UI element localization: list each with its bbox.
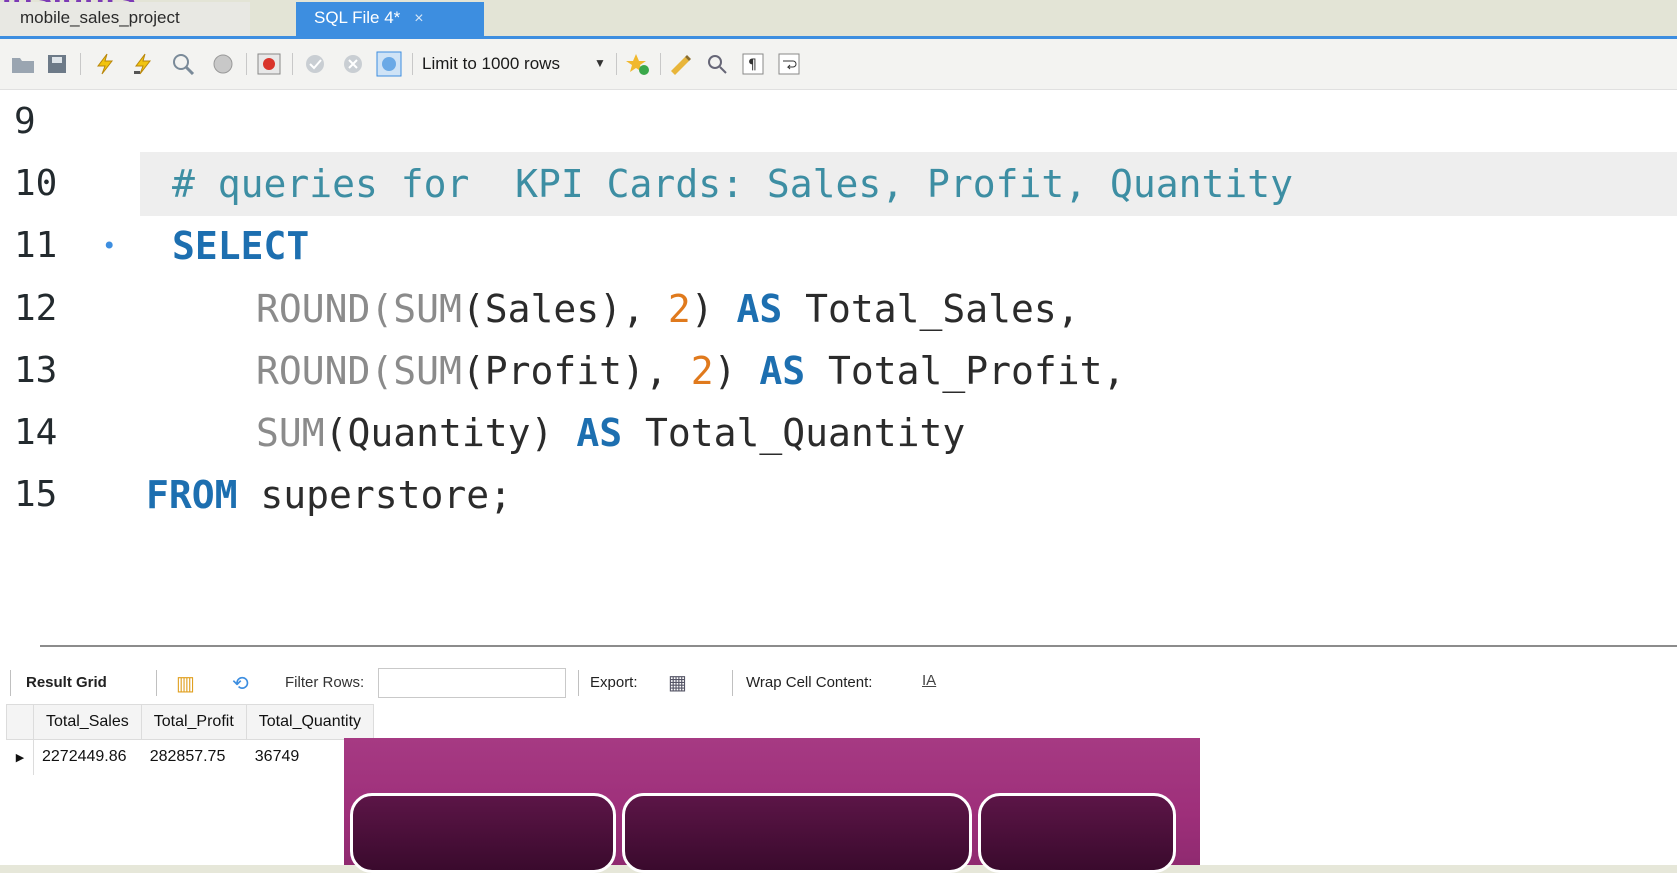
line-number: 13 <box>14 350 58 391</box>
line-number: 15 <box>14 474 58 515</box>
wrap-cell-icon[interactable]: IA <box>922 672 936 689</box>
add-snippet-icon[interactable] <box>624 51 650 77</box>
save-icon[interactable] <box>44 51 70 77</box>
wrap-icon[interactable] <box>776 51 802 77</box>
code-text: ROUND(SUM(Sales), 2) AS Total_Sales, <box>256 287 1080 331</box>
line-number: 11 <box>14 225 58 266</box>
code-line: 11 • SELECT <box>0 214 1677 278</box>
find-icon[interactable] <box>704 51 730 77</box>
filter-rows-label: Filter Rows: <box>285 674 365 691</box>
result-toolbar: Result Grid ▥ ⟲ Filter Rows: Export: ▦ W… <box>0 666 1677 702</box>
table-row[interactable]: ▶ 2272449.86 282857.75 36749 <box>6 739 374 775</box>
code-text: ROUND(SUM(Profit), 2) AS Total_Profit, <box>256 349 1126 393</box>
limit-rows-select[interactable]: Limit to 1000 rows <box>422 54 560 74</box>
kpi-card <box>350 793 616 873</box>
invisible-chars-icon[interactable]: ¶ <box>740 51 766 77</box>
column-header[interactable]: Total_Profit <box>140 704 247 740</box>
execute-current-icon[interactable] <box>130 51 156 77</box>
code-line: 9 <box>0 90 1677 154</box>
kpi-card <box>622 793 972 873</box>
code-text: SUM(Quantity) AS Total_Quantity <box>256 411 966 455</box>
refresh-icon[interactable]: ⟲ <box>232 671 249 696</box>
export-label: Export: <box>590 674 638 691</box>
panel-splitter[interactable] <box>40 645 1677 647</box>
mysql-workbench-window: mobile_sales_project SQL File 4* × Limit… <box>0 0 1677 873</box>
tab-bar: mobile_sales_project SQL File 4* × <box>0 0 1677 39</box>
code-line: 14 SUM(Quantity) AS Total_Quantity <box>0 401 1677 465</box>
column-header[interactable]: Total_Sales <box>33 704 142 740</box>
result-grid-tab[interactable]: Result Grid <box>26 674 107 691</box>
limit-rows-label: Limit to 1000 rows <box>422 54 560 73</box>
table-cell[interactable]: 282857.75 <box>141 740 246 775</box>
code-comment: # queries for KPI Cards: Sales, Profit, … <box>172 162 1294 206</box>
open-folder-icon[interactable] <box>10 51 36 77</box>
wrap-cell-label: Wrap Cell Content: <box>746 674 873 691</box>
grid-view-icon[interactable]: ▥ <box>176 671 195 696</box>
kpi-card <box>978 793 1176 873</box>
column-header[interactable]: Total_Quantity <box>245 704 375 740</box>
tab-label: mobile_sales_project <box>20 8 180 27</box>
autocommit-icon[interactable] <box>376 51 402 77</box>
stop-icon[interactable] <box>210 51 236 77</box>
rollback-icon[interactable] <box>340 51 366 77</box>
code-line: 15 FROM superstore; <box>0 463 1677 527</box>
line-number: 14 <box>14 412 58 453</box>
row-pointer-icon: ▶ <box>6 739 34 775</box>
code-line: 13 ROUND(SUM(Profit), 2) AS Total_Profit… <box>0 339 1677 403</box>
keyword-select: SELECT <box>172 224 310 268</box>
header-row: Total_Sales Total_Profit Total_Quantity <box>6 704 375 740</box>
line-number: 12 <box>14 288 58 329</box>
code-line: 10 # queries for KPI Cards: Sales, Profi… <box>0 152 1677 216</box>
code-text: FROM superstore; <box>146 473 513 517</box>
grid-corner <box>6 704 34 740</box>
beautify-icon[interactable] <box>668 51 694 77</box>
sql-editor-toolbar: Limit to 1000 rows ▼ ¶ <box>0 39 1677 90</box>
svg-text:¶: ¶ <box>748 57 757 73</box>
tab-mobile-sales-project[interactable]: mobile_sales_project <box>0 2 250 36</box>
result-grid[interactable]: Total_Sales Total_Profit Total_Quantity … <box>6 704 375 775</box>
toggle-continue-icon[interactable] <box>256 51 282 77</box>
explain-icon[interactable] <box>170 51 196 77</box>
tab-label: SQL File 4* <box>314 8 401 27</box>
line-number: 9 <box>14 101 36 142</box>
statement-marker-icon: • <box>102 232 117 260</box>
chevron-down-icon[interactable]: ▼ <box>594 56 606 70</box>
sql-editor[interactable]: 9 10 # queries for KPI Cards: Sales, Pro… <box>0 90 1677 625</box>
export-icon[interactable]: ▦ <box>668 670 687 695</box>
close-icon[interactable]: × <box>414 10 423 27</box>
commit-icon[interactable] <box>302 51 328 77</box>
line-number: 10 <box>14 163 58 204</box>
execute-icon[interactable] <box>92 51 118 77</box>
tab-sql-file-4[interactable]: SQL File 4* × <box>296 2 484 36</box>
filter-rows-input[interactable] <box>378 668 566 698</box>
code-line: 12 ROUND(SUM(Sales), 2) AS Total_Sales, <box>0 277 1677 341</box>
table-cell[interactable]: 2272449.86 <box>34 740 142 775</box>
